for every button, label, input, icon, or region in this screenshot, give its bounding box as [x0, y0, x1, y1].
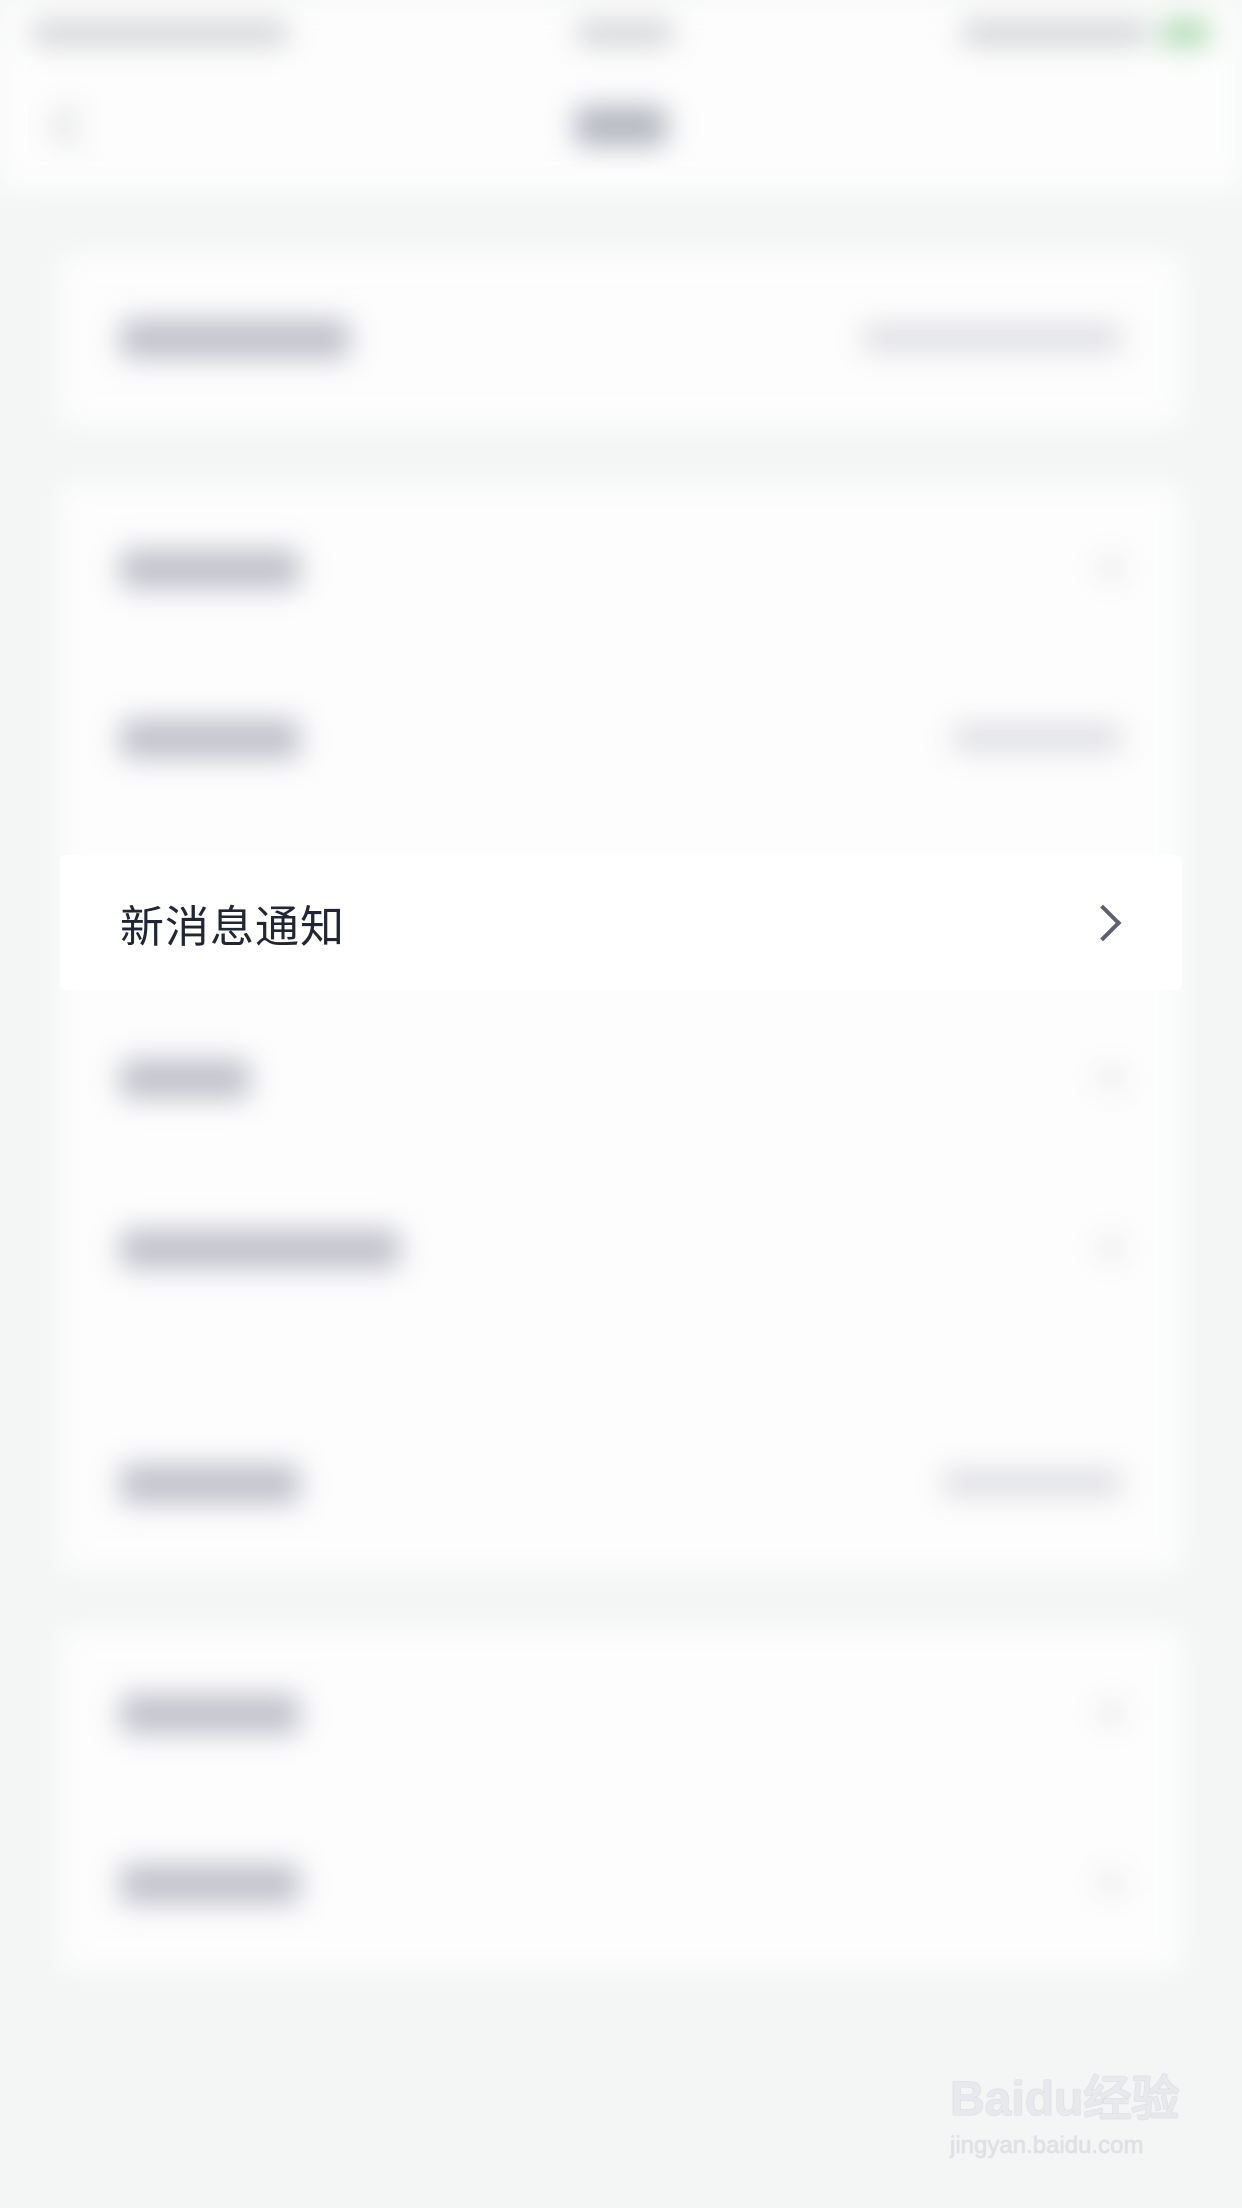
settings-row[interactable]: [60, 1165, 1182, 1335]
row-label-blurred: [120, 549, 300, 589]
row-label-blurred: [120, 719, 300, 759]
watermark-logo-text: Baidu经验: [950, 2073, 1180, 2126]
settings-row[interactable]: [60, 255, 1182, 425]
settings-row[interactable]: [60, 1400, 1182, 1570]
nav-bar: [0, 70, 1242, 190]
chevron-right-icon: [1100, 1872, 1122, 1894]
row-label-blurred: [120, 1694, 300, 1734]
battery-icon: [1160, 20, 1210, 46]
nav-title: [575, 106, 667, 146]
row-label-blurred: [120, 319, 350, 359]
status-time: [575, 20, 675, 46]
row-label-blurred: [120, 1864, 300, 1904]
settings-group-1: [60, 255, 1182, 425]
settings-row[interactable]: [60, 655, 1182, 825]
settings-group-3: [60, 1400, 1182, 1570]
chevron-right-icon: [1100, 557, 1122, 579]
settings-row[interactable]: [60, 995, 1182, 1165]
settings-group-4: [60, 1630, 1182, 1970]
back-icon[interactable]: [51, 103, 97, 149]
row-value-blurred: [942, 1468, 1122, 1498]
baidu-jingyan-watermark: Baidu经验 jingyan.baidu.com: [950, 2070, 1190, 2180]
row-label-blurred: [120, 1229, 400, 1269]
chevron-right-icon: [1084, 904, 1122, 941]
row-label-blurred: [120, 1059, 250, 1099]
row-value-blurred: [862, 323, 1122, 353]
blurred-background: [0, 0, 1242, 2208]
status-carrier: [30, 20, 290, 46]
row-label-blurred: [120, 1464, 300, 1504]
settings-row[interactable]: [60, 1800, 1182, 1970]
chevron-right-icon: [1100, 1702, 1122, 1724]
row-value-blurred: [952, 723, 1122, 753]
settings-group-2: [60, 485, 1182, 1525]
watermark-url: jingyan.baidu.com: [950, 2132, 1144, 2159]
settings-row[interactable]: [60, 1630, 1182, 1800]
chevron-right-icon: [1100, 1067, 1122, 1089]
new-message-notification-row[interactable]: 新消息通知: [60, 855, 1182, 990]
status-indicators: [960, 20, 1150, 46]
status-bar: [0, 0, 1242, 70]
new-message-notification-label: 新消息通知: [120, 901, 345, 953]
settings-row[interactable]: [60, 485, 1182, 655]
chevron-right-icon: [1100, 1237, 1122, 1259]
